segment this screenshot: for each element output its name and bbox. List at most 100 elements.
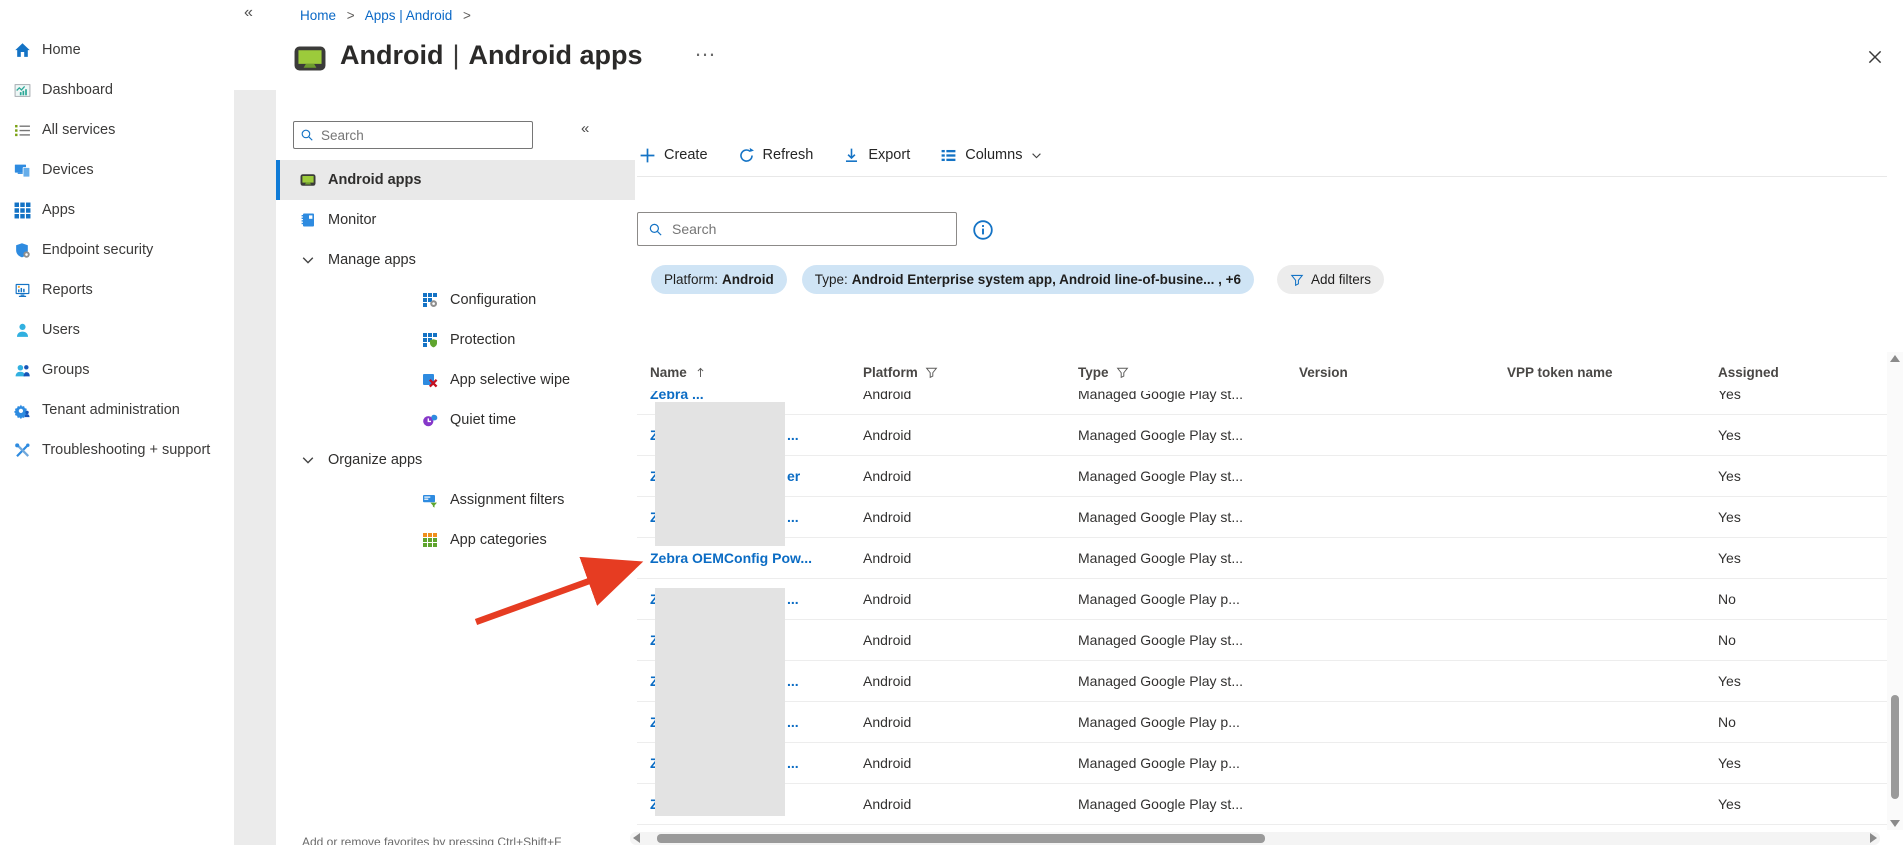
menu-item[interactable]: Quiet time [276, 400, 635, 440]
toolbar-button[interactable]: Export [843, 147, 910, 164]
sort-ascending-icon[interactable] [694, 366, 707, 379]
menu-item[interactable]: Organize apps [276, 440, 635, 480]
apps-search-input[interactable] [672, 221, 946, 237]
table-row[interactable]: Ze ... Android Managed Google Play p... … [637, 579, 1887, 620]
app-name-link[interactable]: Zebra OEMConfig Pow... [650, 550, 812, 566]
sidebar-item[interactable]: Tenant administration [0, 390, 232, 430]
column-filter-funnel-icon[interactable] [1116, 366, 1129, 379]
scroll-down-icon[interactable] [1890, 820, 1900, 827]
menu-item-label: Assignment filters [450, 492, 564, 508]
table-row[interactable]: Ze ... Android Managed Google Play p... … [637, 743, 1887, 784]
assigned-cell: Yes [1718, 550, 1887, 566]
table-row[interactable]: Zebra ... Android Managed Google Play st… [637, 391, 1887, 415]
sidebar-collapse-icon[interactable]: « [244, 4, 253, 22]
sidebar-item[interactable]: Users [0, 310, 232, 350]
table-row[interactable]: Ze Android Managed Google Play st... Yes [637, 784, 1887, 825]
scroll-right-icon[interactable] [1870, 833, 1877, 843]
horizontal-scrollbar[interactable] [630, 832, 1880, 845]
breadcrumb-section-link[interactable]: Apps | Android [365, 8, 453, 23]
blade-gutter [234, 90, 276, 845]
menu-item[interactable]: App categories [276, 520, 635, 560]
column-header[interactable]: Assigned [1718, 365, 1887, 380]
type-cell: Managed Google Play p... [1078, 591, 1299, 607]
menu-item[interactable]: Manage apps [276, 240, 635, 280]
vertical-scrollbar[interactable] [1887, 352, 1903, 830]
scroll-up-icon[interactable] [1890, 355, 1900, 362]
column-header[interactable]: Type [1078, 365, 1299, 380]
menu-item[interactable]: App selective wipe [276, 360, 635, 400]
type-cell: Managed Google Play st... [1078, 468, 1299, 484]
toolbar-button[interactable]: Create [639, 147, 708, 164]
platform-cell: Android [863, 755, 1078, 771]
sidebar-item[interactable]: Dashboard [0, 70, 232, 110]
close-icon[interactable] [1866, 48, 1884, 66]
sidebar-item-label: Groups [42, 362, 90, 378]
sidebar-item[interactable]: Devices [0, 150, 232, 190]
sidebar-item[interactable]: Home [0, 30, 232, 70]
more-options-icon[interactable]: … [694, 36, 717, 62]
table-row[interactable]: Ze Android Managed Google Play st... No [637, 620, 1887, 661]
troubleshooting-icon [14, 442, 31, 459]
page-title: Android|Android apps [340, 40, 643, 71]
table-row[interactable]: Ze ... Android Managed Google Play st...… [637, 415, 1887, 456]
sidebar-item[interactable]: Apps [0, 190, 232, 230]
menu-item[interactable]: Configuration [276, 280, 635, 320]
menu-item-label: App selective wipe [450, 372, 570, 388]
sidebar-item[interactable]: All services [0, 110, 232, 150]
table-row[interactable]: Ze ... Android Managed Google Play p... … [637, 702, 1887, 743]
refresh-icon [738, 147, 755, 164]
table-row[interactable]: Ze er Android Managed Google Play st... … [637, 456, 1887, 497]
sidebar-item[interactable]: Reports [0, 270, 232, 310]
apps-search-box[interactable] [637, 212, 957, 246]
add-filters-label: Add filters [1311, 272, 1371, 287]
type-cell: Managed Google Play p... [1078, 714, 1299, 730]
horizontal-scrollbar-thumb[interactable] [657, 834, 1265, 843]
menu-item[interactable]: Monitor [276, 200, 635, 240]
home-icon [14, 42, 31, 59]
app-selective-wipe-icon [422, 372, 438, 388]
toolbar-button[interactable]: Columns [940, 147, 1043, 164]
app-name-link[interactable]: Zebra ... [650, 391, 704, 402]
toolbar-button[interactable]: Refresh [738, 147, 814, 164]
funnel-icon [1290, 273, 1304, 287]
search-icon [300, 128, 314, 142]
table-row[interactable]: Ze ... Android Managed Google Play st...… [637, 497, 1887, 538]
menu-search-box[interactable] [293, 121, 533, 149]
filter-pill-value: Android Enterprise system app, Android l… [852, 272, 1241, 287]
sidebar-item[interactable]: Endpoint security [0, 230, 232, 270]
tenant-administration-icon [14, 402, 31, 419]
vertical-scrollbar-thumb[interactable] [1891, 695, 1899, 799]
column-header[interactable]: Name [650, 365, 863, 380]
menu-item[interactable]: Protection [276, 320, 635, 360]
assigned-cell: Yes [1718, 468, 1887, 484]
platform-cell: Android [863, 427, 1078, 443]
info-icon[interactable] [972, 219, 994, 241]
redaction-box [655, 402, 785, 546]
sidebar-item[interactable]: Troubleshooting + support [0, 430, 232, 470]
table-row[interactable]: Ze ... Android Managed Google Play st...… [637, 661, 1887, 702]
scroll-left-icon[interactable] [633, 833, 640, 843]
column-header[interactable]: Platform [863, 365, 1078, 380]
breadcrumb-home-link[interactable]: Home [300, 8, 336, 23]
filter-pill[interactable]: Type: Android Enterprise system app, And… [802, 265, 1254, 294]
assigned-cell: Yes [1718, 755, 1887, 771]
assignment-filters-icon [422, 492, 438, 508]
command-bar: Create Refresh Export Columns [639, 138, 1043, 172]
add-filters-button[interactable]: Add filters [1277, 265, 1384, 294]
clear-search-icon[interactable] [545, 127, 561, 143]
table-row[interactable]: Zebra OEMConfig Pow... Android Managed G… [637, 538, 1887, 579]
monitor-icon [300, 212, 316, 228]
type-cell: Managed Google Play st... [1078, 427, 1299, 443]
breadcrumb-separator: > [463, 8, 471, 23]
filter-pill[interactable]: Platform: Android [651, 265, 787, 294]
column-filter-funnel-icon[interactable] [925, 366, 938, 379]
column-header[interactable]: VPP token name [1507, 365, 1718, 380]
menu-search-input[interactable] [321, 128, 526, 143]
android-apps-icon [300, 172, 316, 188]
menu-item[interactable]: Assignment filters [276, 480, 635, 520]
sidebar-item-label: Troubleshooting + support [42, 442, 210, 458]
column-header[interactable]: Version [1299, 365, 1507, 380]
menu-item[interactable]: Android apps [276, 160, 635, 200]
menu-collapse-icon[interactable]: « [581, 120, 589, 137]
sidebar-item[interactable]: Groups [0, 350, 232, 390]
